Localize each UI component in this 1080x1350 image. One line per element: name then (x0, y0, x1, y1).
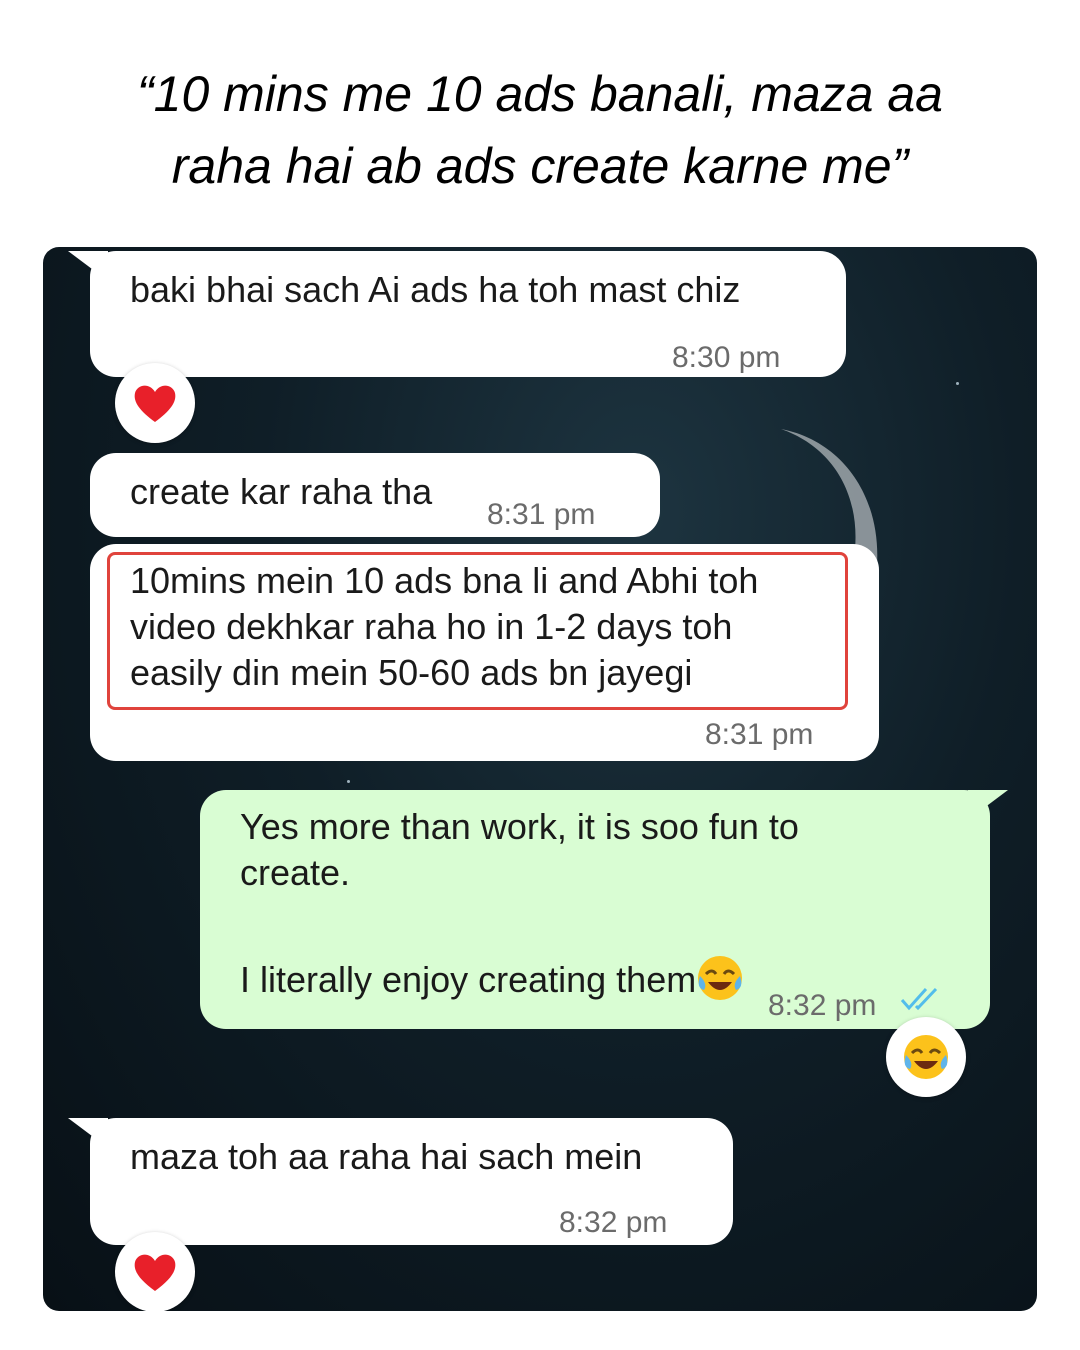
message-time: 8:31 pm (705, 718, 814, 751)
tears-of-joy-icon (904, 1035, 948, 1079)
chat-screenshot: baki bhai sach Ai ads ha toh mast chiz 8… (43, 247, 1037, 1311)
headline-line-2: raha hai ab ads create karne me” (171, 138, 909, 194)
bubble-tail (968, 790, 1008, 820)
bubble-tail (68, 251, 108, 281)
message-time: 8:32 pm (768, 989, 877, 1022)
bubble-tail (68, 1118, 108, 1148)
star-decoration (347, 780, 350, 783)
heart-icon (134, 1254, 176, 1291)
outgoing-message-bubble[interactable]: Yes more than work, it is soo fun to cre… (200, 790, 1008, 1029)
headline-line-1: “10 mins me 10 ads banali, maza aa (137, 66, 943, 122)
incoming-message-bubble[interactable]: create kar raha tha 8:31 pm (90, 453, 660, 537)
incoming-message-bubble[interactable]: maza toh aa raha hai sach mein 8:32 pm (68, 1118, 733, 1245)
heart-icon (134, 385, 176, 422)
message-text: maza toh aa raha hai sach mein (130, 1136, 643, 1177)
incoming-message-bubble[interactable]: baki bhai sach Ai ads ha toh mast chiz 8… (68, 251, 846, 377)
heart-reaction[interactable] (115, 1232, 195, 1311)
tears-of-joy-icon (698, 956, 743, 1000)
laugh-reaction[interactable] (886, 1017, 966, 1097)
read-double-check-icon (900, 987, 938, 1011)
message-time: 8:30 pm (672, 341, 781, 374)
headline-quote: “10 mins me 10 ads banali, maza aa raha … (0, 58, 1080, 202)
message-time: 8:32 pm (559, 1206, 668, 1239)
highlight-box (107, 552, 848, 710)
heart-reaction[interactable] (115, 363, 195, 443)
message-time: 8:31 pm (487, 498, 596, 531)
star-decoration (956, 382, 959, 385)
message-text: baki bhai sach Ai ads ha toh mast chiz (130, 269, 741, 310)
message-text: Yes more than work, it is soo fun to cre… (240, 806, 799, 893)
